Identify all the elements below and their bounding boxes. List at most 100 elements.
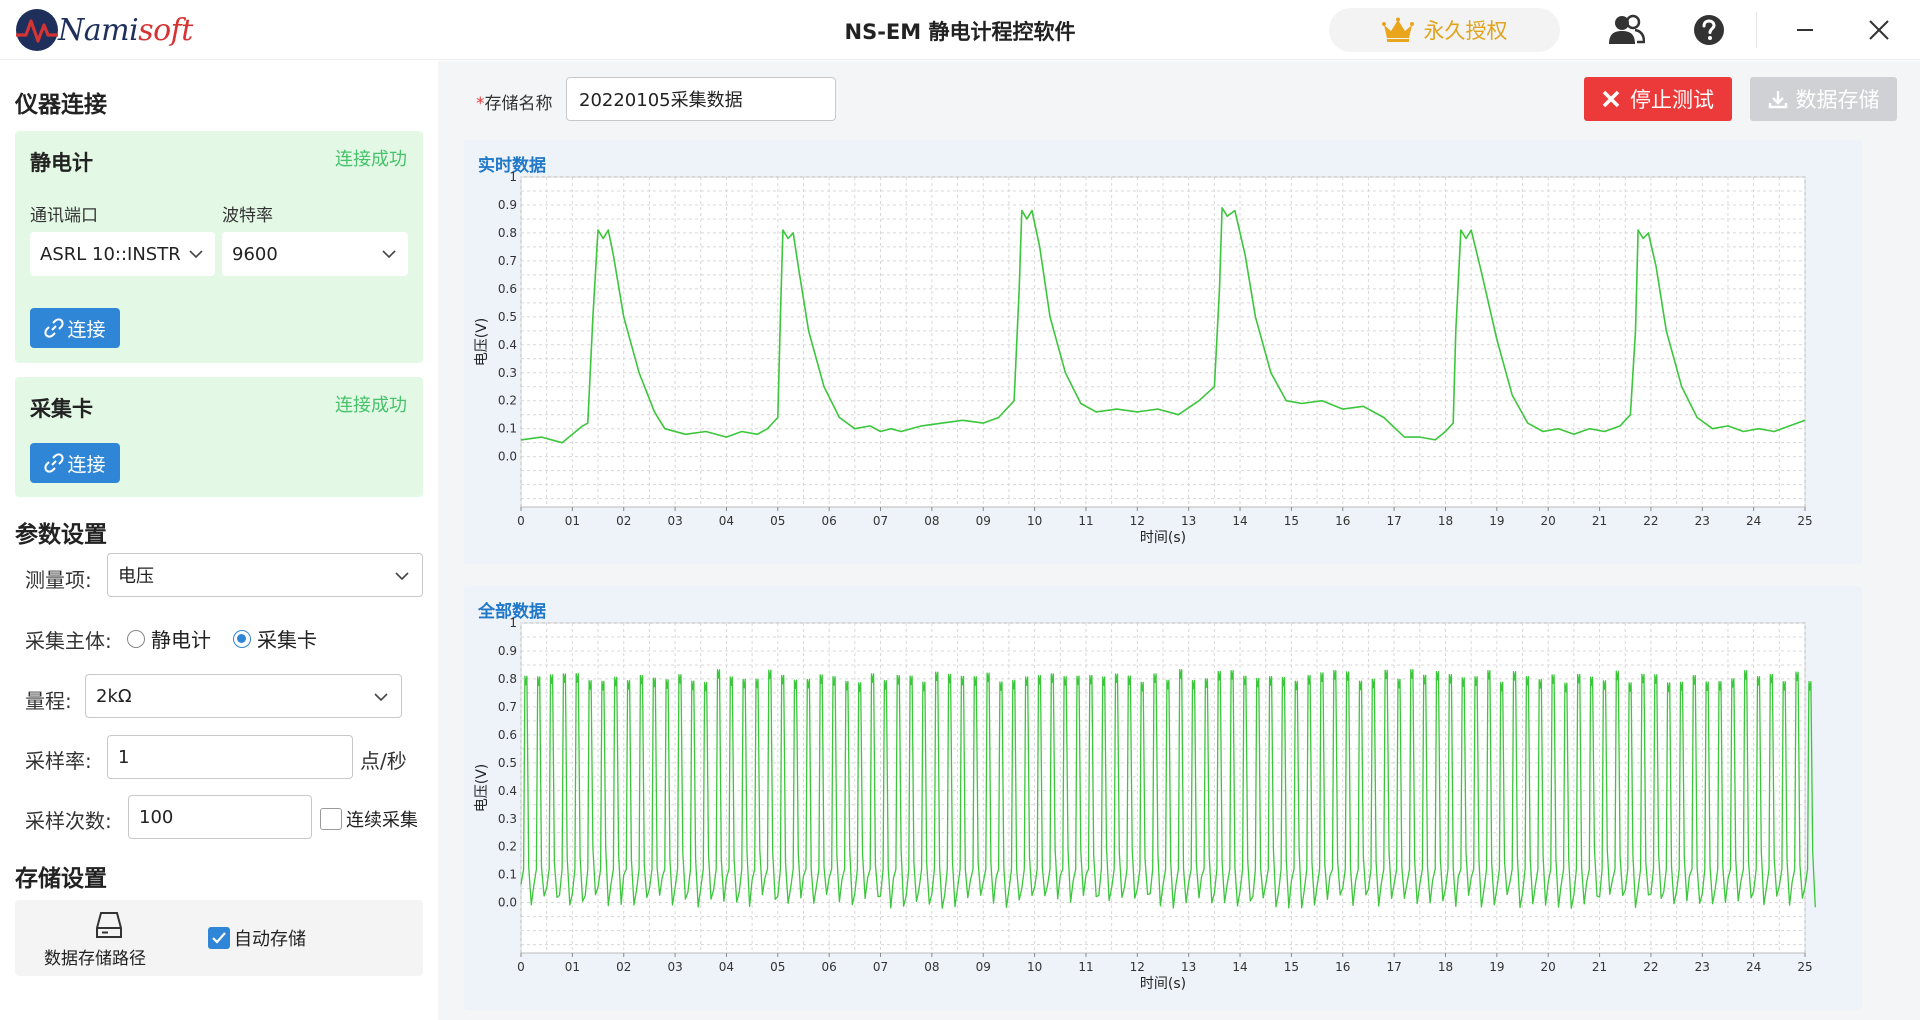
x-tick-label: 14 (1232, 514, 1247, 528)
y-axis-title: 电压(V) (474, 764, 490, 813)
storage-name-input[interactable]: 20220105采集数据 (566, 77, 836, 121)
stop-test-label: 停止测试 (1630, 88, 1714, 112)
x-tick-label: 22 (1643, 514, 1658, 528)
measure-label: 测量项: (25, 568, 92, 592)
x-tick-label: 24 (1746, 960, 1761, 974)
x-tick-label: 21 (1592, 960, 1607, 974)
measure-value: 电压 (118, 566, 154, 587)
y-tick-label: 0.4 (498, 784, 517, 798)
x-tick-label: 02 (616, 960, 631, 974)
minimize-icon (1797, 29, 1813, 31)
x-tick-label: 17 (1386, 514, 1401, 528)
users-icon (1609, 14, 1645, 44)
x-tick-label: 03 (667, 960, 682, 974)
range-select[interactable]: 2kΩ (85, 674, 402, 718)
x-tick-label: 05 (770, 514, 785, 528)
port-label: 通讯端口 (30, 206, 98, 226)
daq-connect-button[interactable]: 连接 (30, 443, 120, 483)
chevron-down-icon (382, 250, 396, 259)
title-bar: Namisoft NS-EM 静电计程控软件 永久授权 (0, 0, 1920, 60)
section-connection-title: 仪器连接 (15, 92, 107, 118)
x-tick-label: 03 (667, 514, 682, 528)
license-label: 永久授权 (1423, 19, 1508, 43)
auto-save-checkbox[interactable]: 自动存储 (208, 925, 306, 951)
electrometer-connect-label: 连接 (67, 318, 106, 341)
x-tick-label: 08 (924, 960, 939, 974)
rate-label: 采样率: (25, 749, 92, 773)
rate-value: 1 (118, 746, 130, 768)
stop-test-button[interactable]: 停止测试 (1584, 77, 1732, 121)
x-tick-label: 05 (770, 960, 785, 974)
subject-opt1-label: 静电计 (151, 628, 211, 652)
y-tick-label: 0.0 (498, 450, 517, 464)
subject-radio-electrometer[interactable]: 静电计 (127, 624, 211, 653)
x-tick-label: 06 (822, 960, 837, 974)
close-icon (1602, 90, 1620, 108)
y-tick-label: 0.1 (498, 422, 517, 436)
x-tick-label: 12 (1130, 960, 1145, 974)
y-tick-label: 0.2 (498, 394, 517, 408)
port-value: ASRL 10::INSTR (40, 243, 181, 265)
app-logo: Namisoft (14, 8, 193, 52)
y-tick-label: 0.3 (498, 366, 517, 380)
electrometer-status: 连接成功 (335, 149, 407, 170)
x-tick-label: 25 (1797, 960, 1812, 974)
x-tick-label: 16 (1335, 960, 1350, 974)
port-select[interactable]: ASRL 10::INSTR (30, 232, 215, 276)
realtime-chart: 0 01 02 03 04 05 06 07 08 09 10 11 12 13 14 15 16 17 18 19 2… (474, 170, 1813, 546)
x-tick-label: 02 (616, 514, 631, 528)
y-tick-label: 0.0 (498, 896, 517, 910)
y-tick-label: 0.6 (498, 728, 517, 742)
x-tick-label: 10 (1027, 514, 1042, 528)
realtime-chart-panel: 实时数据 0 01 02 03 04 05 06 07 08 09 10 11 12 13 14 15 16 17… (464, 140, 1862, 564)
count-input[interactable]: 100 (128, 795, 312, 839)
x-tick-label: 0 (517, 514, 525, 528)
all-data-chart-panel: 全部数据 0 01 02 03 04 05 06 07 08 09 10 11 12 13 14 15 16 17… (464, 586, 1862, 1010)
baud-select[interactable]: 9600 (222, 232, 408, 276)
save-data-button[interactable]: 数据存储 (1750, 77, 1897, 121)
rate-input[interactable]: 1 (107, 735, 353, 779)
x-tick-label: 09 (976, 514, 991, 528)
daq-card: 采集卡 连接成功 连接 (15, 377, 423, 497)
license-button[interactable]: 永久授权 (1329, 8, 1560, 52)
x-tick-label: 13 (1181, 960, 1196, 974)
x-tick-label: 09 (976, 960, 991, 974)
rate-unit: 点/秒 (360, 749, 407, 773)
logo-text: Namisoft (58, 12, 193, 48)
electrometer-connect-button[interactable]: 连接 (30, 308, 120, 348)
help-button[interactable] (1690, 11, 1728, 49)
storage-card: 数据存储路径 自动存储 (15, 900, 423, 976)
user-switch-button[interactable] (1608, 11, 1646, 49)
y-tick-label: 0.2 (498, 840, 517, 854)
y-axis-title: 电压(V) (474, 318, 490, 367)
subject-radio-daq[interactable]: 采集卡 (233, 624, 317, 653)
x-tick-label: 17 (1386, 960, 1401, 974)
electrometer-title: 静电计 (30, 151, 93, 175)
continuous-label: 连续采集 (346, 810, 418, 831)
link-icon (44, 318, 65, 338)
x-tick-label: 11 (1078, 960, 1093, 974)
measure-select[interactable]: 电压 (107, 553, 423, 597)
count-value: 100 (139, 806, 174, 828)
y-tick-label: 1 (509, 616, 517, 630)
storage-path-button[interactable]: 数据存储路径 (44, 910, 164, 970)
y-tick-label: 1 (509, 170, 517, 184)
x-tick-label: 21 (1592, 514, 1607, 528)
close-icon (1869, 20, 1889, 40)
minimize-button[interactable] (1786, 11, 1824, 49)
storage-name-value: 20220105采集数据 (579, 90, 743, 111)
baud-label: 波特率 (222, 206, 273, 226)
x-tick-label: 19 (1489, 514, 1504, 528)
check-icon (212, 932, 226, 944)
continuous-checkbox[interactable]: 连续采集 (320, 806, 418, 832)
save-data-label: 数据存储 (1795, 88, 1880, 112)
x-tick-label: 14 (1232, 960, 1247, 974)
all-data-chart: 0 01 02 03 04 05 06 07 08 09 10 11 12 13 14 15 16 17 18 19 2… (474, 616, 1816, 992)
close-button[interactable] (1860, 11, 1898, 49)
logo-mark-icon (16, 9, 58, 51)
titlebar-divider (1756, 12, 1757, 48)
y-tick-label: 0.8 (498, 672, 517, 686)
y-tick-label: 0.3 (498, 812, 517, 826)
y-tick-label: 0.9 (498, 644, 517, 658)
x-tick-label: 24 (1746, 514, 1761, 528)
